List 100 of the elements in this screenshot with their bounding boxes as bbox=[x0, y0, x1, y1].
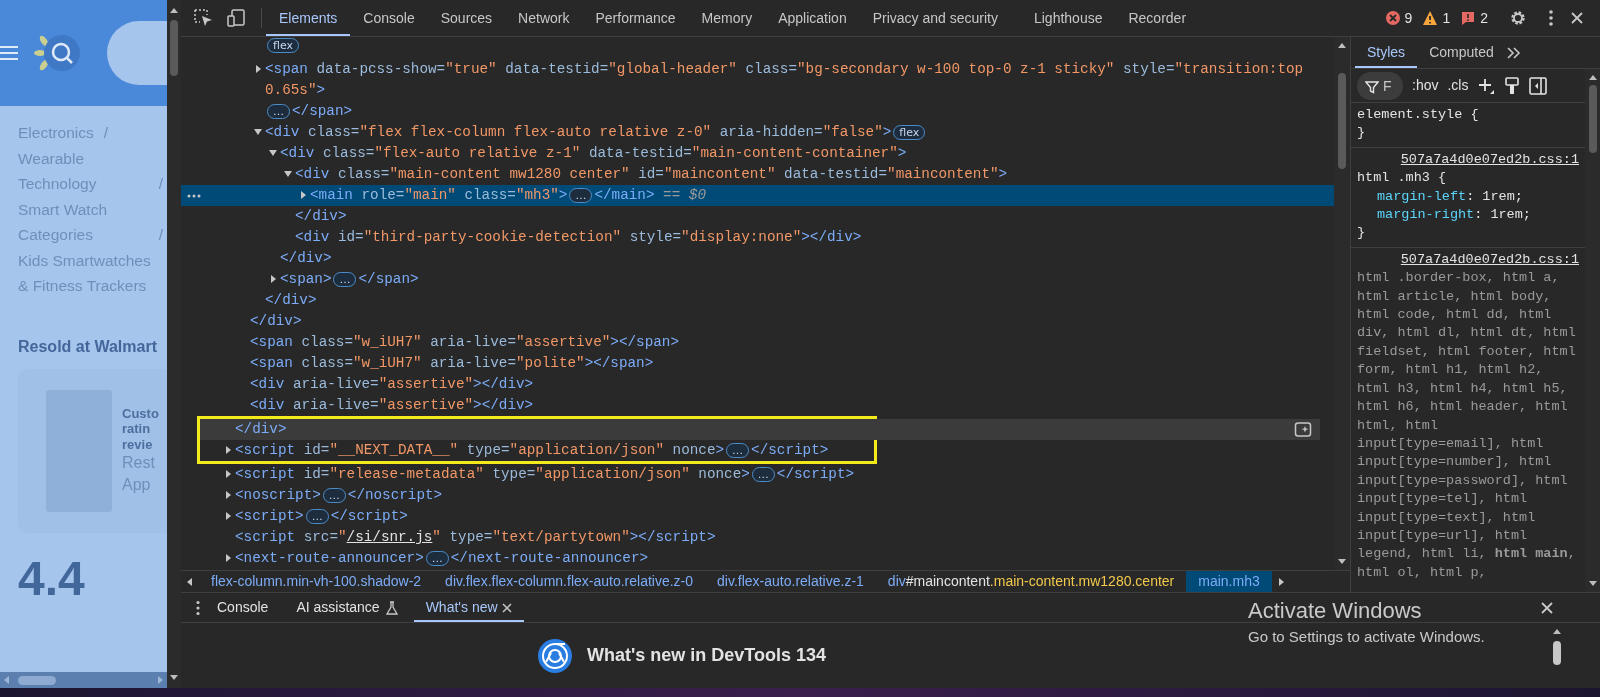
drawer-tab[interactable]: AI assistance bbox=[284, 593, 410, 622]
dom-tree-row[interactable]: <script id="__NEXT_DATA__" type="application/json" nonce> … </script> bbox=[200, 440, 1320, 461]
collapsed-content-button[interactable]: … bbox=[305, 509, 329, 524]
filter-field[interactable]: F bbox=[1357, 71, 1403, 100]
panel-tab[interactable]: Network bbox=[505, 0, 583, 36]
scroll-down-icon[interactable] bbox=[1337, 558, 1347, 566]
close-icon[interactable] bbox=[1540, 600, 1554, 615]
panel-tab[interactable]: Sources bbox=[427, 0, 506, 36]
scroll-up-icon[interactable] bbox=[1551, 627, 1562, 635]
panel-tab[interactable]: Privacy and security bbox=[859, 0, 1011, 36]
dom-tree-row[interactable]: <div class="flex flex-column flex-auto relative z-0" aria-hidden="false"> flex bbox=[181, 122, 1334, 143]
scrollbar-thumb[interactable] bbox=[170, 20, 178, 76]
scroll-down-icon[interactable] bbox=[169, 674, 179, 682]
panel-tab[interactable]: Lighthouse bbox=[1020, 0, 1116, 36]
stylesheet-link[interactable]: 507a7a4d0e07ed2b.css:1 bbox=[1357, 150, 1579, 170]
dom-tree-row[interactable]: <main role="main" class="mh3"> … </main> == $0 bbox=[181, 185, 1334, 206]
html-markup: <div aria-live="assertive"></div> bbox=[250, 375, 534, 394]
css-declaration[interactable]: margin-left: 1rem; bbox=[1357, 187, 1579, 207]
dom-tree-row[interactable]: </div> bbox=[200, 419, 1320, 440]
flex-badge[interactable]: flex bbox=[267, 38, 299, 53]
collapsed-content-button[interactable]: … bbox=[333, 272, 357, 287]
dom-tree-row[interactable]: <div aria-live="assertive"></div> bbox=[181, 374, 1334, 395]
dom-tree-row[interactable]: <next-route-announcer> … </next-route-announcer> bbox=[181, 548, 1334, 569]
drawer-tab[interactable]: Console bbox=[205, 593, 281, 622]
scroll-up-icon[interactable] bbox=[169, 6, 179, 14]
warning-count-button[interactable]: 1 bbox=[1422, 7, 1451, 29]
more-options-icon[interactable] bbox=[195, 599, 201, 616]
dom-tree-row[interactable]: <noscript> … </noscript> bbox=[181, 485, 1334, 506]
dom-tree-row[interactable]: <div class="main-content mw1280 center" id="maincontent" data-testid="maincontent"> bbox=[181, 164, 1334, 185]
settings-icon[interactable] bbox=[1508, 8, 1528, 28]
collapsed-content-button[interactable]: … bbox=[569, 188, 593, 203]
dom-tree-row[interactable]: <div class="flex-auto relative z-1" data-testid="main-content-container"> bbox=[181, 143, 1334, 164]
collapsed-content-button[interactable]: … bbox=[751, 467, 775, 482]
breadcrumb-item[interactable]: div#maincontent.main-content.mw1280.center bbox=[875, 571, 1187, 592]
breadcrumb-separator: / bbox=[158, 174, 163, 194]
ai-assist-icon[interactable] bbox=[1294, 421, 1312, 439]
breadcrumb-item[interactable]: flex-column.min-vh-100.shadow-2 bbox=[199, 571, 434, 592]
style-toggle[interactable]: :hov bbox=[1412, 76, 1439, 95]
breadcrumb-item[interactable]: div.flex-auto.relative.z-1 bbox=[705, 571, 876, 592]
dom-tree-row[interactable]: </div> bbox=[181, 206, 1334, 227]
scroll-up-icon[interactable] bbox=[1587, 73, 1598, 81]
stylesheet-link[interactable]: 507a7a4d0e07ed2b.css:1 bbox=[1357, 250, 1579, 270]
sidebar-tab[interactable]: Styles bbox=[1355, 37, 1418, 68]
dom-tree-row[interactable]: flex bbox=[181, 38, 1334, 59]
expand-arrow-icon[interactable] bbox=[283, 169, 295, 179]
issue-count-button[interactable]: 2 bbox=[1460, 7, 1488, 29]
scrollbar-thumb[interactable] bbox=[1338, 73, 1346, 169]
scrollbar-thumb[interactable] bbox=[1552, 641, 1561, 665]
sidebar-toggle-icon[interactable] bbox=[1529, 76, 1548, 95]
style-toggle[interactable]: .cls bbox=[1447, 76, 1469, 95]
expand-arrow-icon[interactable] bbox=[268, 148, 280, 158]
scroll-down-icon[interactable] bbox=[1587, 580, 1598, 588]
more-options-icon[interactable] bbox=[187, 192, 201, 199]
html-markup: <div class="flex-auto relative z-1" data-testid="main-content-container"> bbox=[280, 144, 907, 163]
scrollbar-thumb[interactable] bbox=[1588, 85, 1597, 153]
dom-tree-row[interactable]: <span class="w_iUH7" aria-live="assertive"></span> bbox=[181, 332, 1334, 353]
add-rule-icon[interactable] bbox=[1477, 76, 1496, 95]
collapsed-content-button[interactable]: … bbox=[322, 488, 346, 503]
css-selector: element.style { bbox=[1357, 106, 1480, 124]
dom-tree-row[interactable]: </div> bbox=[181, 290, 1334, 311]
sidebar-tab[interactable]: Computed bbox=[1417, 37, 1506, 68]
collapsed-content-button[interactable]: … bbox=[425, 551, 449, 566]
flex-badge[interactable]: flex bbox=[893, 125, 926, 140]
collapsed-content-button[interactable]: … bbox=[267, 104, 290, 119]
menu-icon[interactable] bbox=[0, 44, 20, 62]
dom-tree-row[interactable]: </div> bbox=[181, 248, 1334, 269]
error-count-button[interactable]: 9 bbox=[1384, 7, 1413, 29]
dom-tree-row[interactable]: <div aria-live="assertive"></div> bbox=[181, 395, 1334, 416]
collapsed-content-button[interactable]: … bbox=[726, 443, 750, 458]
breadcrumb-item[interactable]: main.mh3 bbox=[1186, 571, 1272, 592]
panel-tab[interactable]: Console bbox=[350, 0, 428, 36]
more-tabs-icon[interactable] bbox=[1505, 45, 1522, 60]
horizontal-scrollbar[interactable] bbox=[0, 672, 167, 688]
paint-brush-icon[interactable] bbox=[1504, 76, 1521, 95]
dom-tree-row[interactable]: <script src="/si/snr.js" type="text/partytown"></script> bbox=[181, 527, 1334, 548]
panel-tab[interactable]: Performance bbox=[582, 0, 689, 36]
dom-tree-row[interactable]: <script> … </script> bbox=[181, 506, 1334, 527]
product-title-text: Custo bbox=[122, 405, 159, 422]
dom-tree-row[interactable]: <span class="w_iUH7" aria-live="polite"></span> bbox=[181, 353, 1334, 374]
css-declaration[interactable]: margin-right: 1rem; bbox=[1357, 206, 1579, 225]
more-options-icon[interactable] bbox=[1548, 9, 1554, 27]
drawer-tab[interactable]: What's new bbox=[413, 593, 524, 622]
panel-tab[interactable]: Recorder bbox=[1115, 0, 1200, 36]
html-markup: </div> bbox=[250, 312, 302, 331]
dom-tree-row[interactable]: <span> … </span> bbox=[181, 269, 1334, 290]
source-link[interactable]: /si/snr.js bbox=[346, 527, 433, 548]
dom-tree-row[interactable]: <div id="third-party-cookie-detection" style="display:none"></div> bbox=[181, 227, 1334, 248]
section-title: Resold at Walmart bbox=[18, 336, 158, 357]
panel-tab[interactable]: Memory bbox=[688, 0, 766, 36]
close-icon[interactable] bbox=[1570, 11, 1584, 25]
expand-arrow-icon[interactable] bbox=[253, 127, 265, 137]
close-icon[interactable] bbox=[501, 602, 512, 613]
scrollbar-thumb[interactable] bbox=[18, 675, 56, 685]
dom-tree-row[interactable]: <script id="release-metadata" type="application/json" nonce> … </script> bbox=[181, 464, 1334, 485]
panel-tab[interactable]: Elements bbox=[266, 0, 351, 36]
panel-tab[interactable]: Application bbox=[765, 0, 860, 36]
scroll-up-icon[interactable] bbox=[1337, 41, 1347, 49]
dom-tree-row[interactable]: <span data-pcss-show="true" data-testid="global-header" class="bg-secondary w-100 top-0 z-1 sticky" style="transition:top 0.65s"> … </span> bbox=[181, 59, 1334, 122]
dom-tree-row[interactable]: </div> bbox=[181, 311, 1334, 332]
breadcrumb-item[interactable]: div.flex.flex-column.flex-auto.relative.z-0 bbox=[433, 571, 706, 592]
